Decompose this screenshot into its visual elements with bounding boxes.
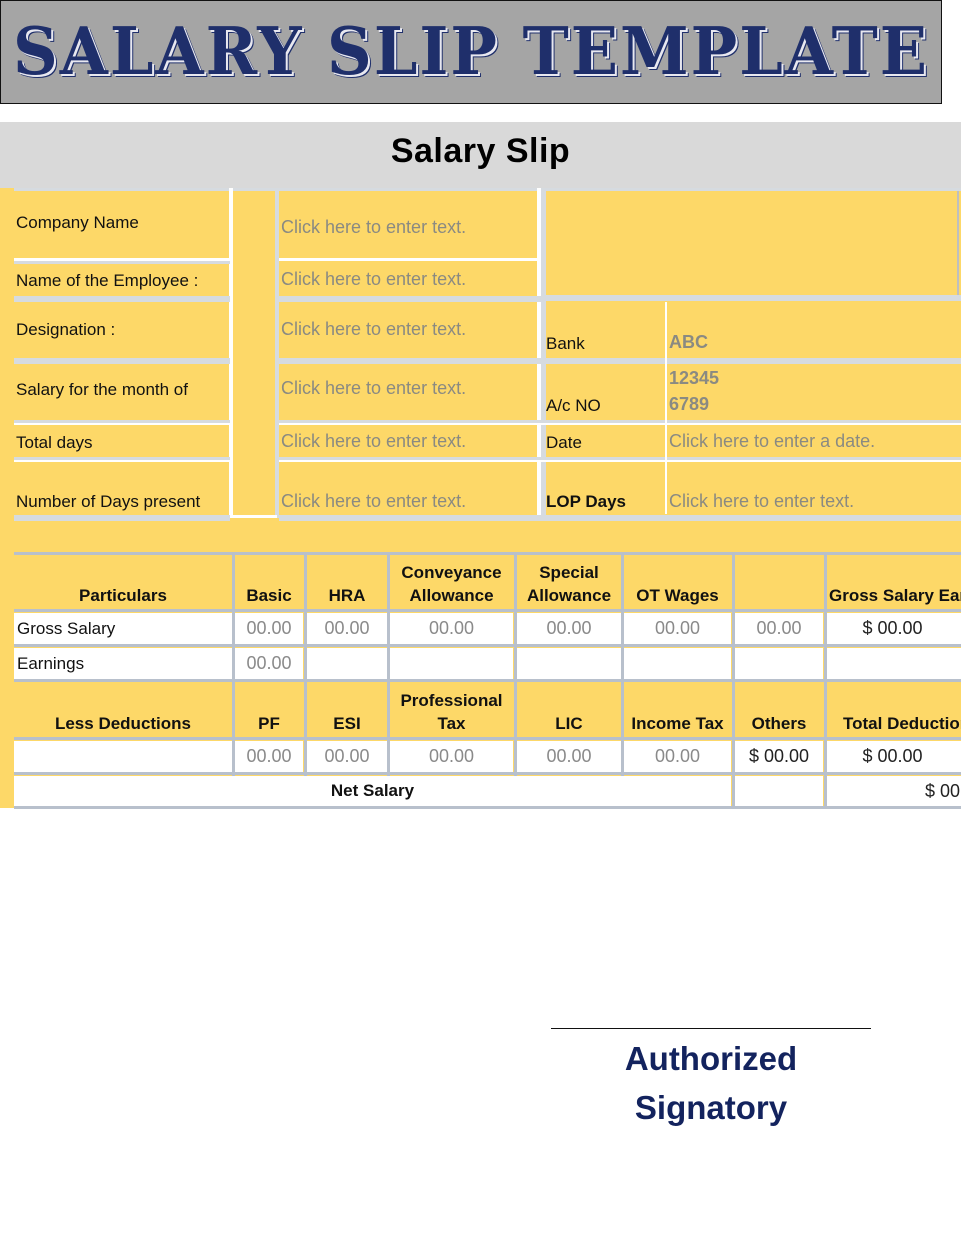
- designation-label: Designation :: [16, 320, 116, 339]
- header-special-allowance: Special Allowance: [517, 556, 621, 609]
- header-gross-salary-earnings: Gross Salary Earnings: [827, 556, 961, 609]
- header-lic: LIC: [517, 684, 621, 737]
- earnings-conveyance-value[interactable]: [390, 648, 513, 679]
- esi-value[interactable]: 00.00: [307, 741, 387, 772]
- professional-tax-value[interactable]: 00.00: [390, 741, 513, 772]
- lop-days-label: LOP Days: [546, 492, 627, 511]
- company-name-label: Company Name: [16, 213, 139, 232]
- earnings-total-value[interactable]: [827, 648, 961, 679]
- gross-salary-earnings-value[interactable]: $ 00.00: [827, 613, 961, 644]
- gross-blank-value[interactable]: 00.00: [735, 613, 823, 644]
- header-less-deductions: Less Deductions: [14, 684, 232, 737]
- earnings-basic-value[interactable]: 00.00: [235, 648, 303, 679]
- others-value[interactable]: $ 00.00: [735, 741, 823, 772]
- header-income-tax: Income Tax: [624, 684, 731, 737]
- row-label-gross-salary: Gross Salary: [14, 613, 232, 644]
- bank-label: Bank: [546, 334, 585, 353]
- template-banner: SALARY SLIP TEMPLATE: [0, 0, 942, 104]
- gross-conveyance-value[interactable]: 00.00: [390, 613, 513, 644]
- salary-month-label: Salary for the month of: [16, 380, 188, 399]
- account-number-line1[interactable]: 12345: [669, 368, 719, 389]
- signature-line: [551, 1028, 871, 1029]
- header-blank: [735, 556, 823, 609]
- days-present-input[interactable]: Click here to enter text.: [281, 491, 466, 512]
- days-present-label: Number of Days present: [16, 492, 201, 511]
- header-particulars: Particulars: [14, 556, 232, 609]
- lop-days-input[interactable]: Click here to enter text.: [669, 491, 854, 512]
- bank-value[interactable]: ABC: [669, 332, 708, 353]
- employee-name-input[interactable]: Click here to enter text.: [281, 269, 466, 290]
- employee-name-label: Name of the Employee :: [16, 271, 199, 290]
- earnings-special-value[interactable]: [517, 648, 621, 679]
- header-ot-wages: OT Wages: [624, 556, 731, 609]
- lic-value[interactable]: 00.00: [517, 741, 621, 772]
- account-number-line2[interactable]: 6789: [669, 394, 709, 415]
- income-tax-value[interactable]: 00.00: [624, 741, 731, 772]
- gross-basic-value[interactable]: 00.00: [235, 613, 303, 644]
- gross-hra-value[interactable]: 00.00: [307, 613, 387, 644]
- banner-title: SALARY SLIP TEMPLATE: [13, 13, 929, 90]
- total-deductions-value[interactable]: $ 00.00: [827, 741, 961, 772]
- header-esi: ESI: [307, 684, 387, 737]
- gross-special-value[interactable]: 00.00: [517, 613, 621, 644]
- net-salary-label: Net Salary: [14, 776, 731, 806]
- slip-title: Salary Slip: [390, 132, 571, 170]
- row-label-earnings: Earnings: [14, 648, 232, 679]
- date-label: Date: [546, 433, 582, 452]
- header-hra: HRA: [307, 556, 387, 609]
- date-input[interactable]: Click here to enter a date.: [669, 431, 875, 452]
- header-professional-tax: Professional Tax: [390, 684, 513, 737]
- designation-input[interactable]: Click here to enter text.: [281, 319, 466, 340]
- salary-month-input[interactable]: Click here to enter text.: [281, 378, 466, 399]
- net-salary-blank: [735, 776, 823, 806]
- header-basic: Basic: [235, 556, 303, 609]
- pf-value[interactable]: 00.00: [235, 741, 303, 772]
- account-number-label: A/c NO: [546, 396, 601, 415]
- company-name-input[interactable]: Click here to enter text.: [281, 217, 466, 238]
- slip-header: Salary Slip: [0, 122, 961, 188]
- gross-ot-wages-value[interactable]: 00.00: [624, 613, 731, 644]
- earnings-blank-value[interactable]: [735, 648, 823, 679]
- earnings-ot-wages-value[interactable]: [624, 648, 731, 679]
- net-salary-value[interactable]: $ 00.00: [827, 776, 961, 806]
- header-total-deductions: Total Deductions: [827, 684, 961, 737]
- authorized-signatory: Authorized Signatory: [624, 1040, 798, 1126]
- header-pf: PF: [235, 684, 303, 737]
- header-conveyance-allowance: Conveyance Allowance: [390, 556, 513, 609]
- total-days-input[interactable]: Click here to enter text.: [281, 431, 466, 452]
- header-others: Others: [735, 684, 823, 737]
- deductions-row-label: [14, 741, 232, 772]
- total-days-label: Total days: [16, 433, 93, 452]
- earnings-hra-value[interactable]: [307, 648, 387, 679]
